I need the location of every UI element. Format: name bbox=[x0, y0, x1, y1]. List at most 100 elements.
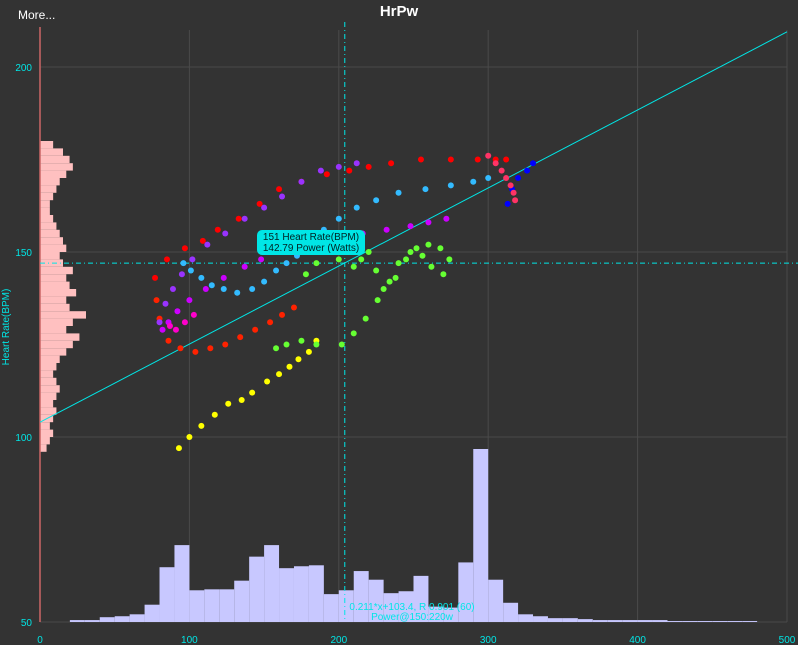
scatter-point bbox=[498, 167, 505, 174]
heart-rate-histogram-bar bbox=[40, 222, 57, 230]
scatter-point bbox=[267, 319, 274, 326]
heart-rate-histogram-bar bbox=[40, 170, 67, 178]
scatter-point bbox=[298, 178, 305, 185]
scatter-point bbox=[392, 274, 399, 281]
scatter-point bbox=[365, 249, 372, 255]
heart-rate-histogram-bar bbox=[40, 311, 86, 319]
scatter-point bbox=[492, 160, 499, 167]
heart-rate-histogram-bar bbox=[40, 237, 63, 245]
scatter-point bbox=[470, 178, 477, 185]
heart-rate-histogram-bar bbox=[40, 155, 70, 164]
scatter-point bbox=[485, 175, 492, 181]
heart-rate-histogram-bar bbox=[40, 281, 70, 289]
power-histogram-bar bbox=[533, 616, 548, 622]
heart-rate-histogram-bar bbox=[40, 141, 54, 149]
scatter-point bbox=[437, 245, 444, 252]
scatter-point bbox=[276, 186, 283, 193]
scatter-point bbox=[510, 189, 517, 196]
scatter-point bbox=[286, 363, 293, 370]
scatter-point bbox=[187, 267, 194, 274]
heart-rate-histogram-bar bbox=[40, 400, 54, 408]
power-histogram-bar bbox=[518, 614, 534, 622]
heart-rate-histogram-bar bbox=[40, 266, 73, 275]
scatter-point bbox=[207, 345, 214, 352]
heart-rate-histogram-bar bbox=[40, 444, 47, 452]
power-histogram-bar bbox=[712, 621, 728, 622]
scatter-point bbox=[440, 271, 447, 278]
scatter-point bbox=[425, 219, 432, 226]
heart-rate-histogram-bar bbox=[40, 200, 50, 208]
scatter-point bbox=[166, 323, 173, 329]
y-tick-label: 50 bbox=[21, 618, 33, 629]
x-tick-label: 500 bbox=[779, 635, 796, 645]
scatter-point bbox=[335, 163, 342, 170]
power-histogram-bar bbox=[308, 565, 324, 622]
power-histogram-bar bbox=[458, 562, 474, 622]
power-histogram-bar bbox=[174, 545, 190, 622]
scatter-point bbox=[180, 260, 187, 267]
scatter-point bbox=[443, 215, 450, 222]
scatter-point bbox=[335, 256, 342, 263]
scatter-point bbox=[214, 226, 221, 233]
y-axis-ticks: 50 100 150 200 bbox=[15, 63, 32, 629]
power-histogram-bar bbox=[353, 571, 369, 622]
heart-rate-histogram-bar bbox=[40, 422, 50, 430]
scatter-point bbox=[283, 260, 290, 267]
heart-rate-histogram-bar bbox=[40, 318, 73, 326]
power-histogram-bar bbox=[249, 556, 265, 622]
heart-rate-histogram-bar bbox=[40, 192, 54, 201]
scatter-point bbox=[237, 334, 244, 341]
power-histogram-bar bbox=[697, 621, 713, 622]
y-tick-label: 200 bbox=[15, 63, 32, 74]
heart-rate-histogram-bar bbox=[40, 178, 60, 186]
point-tooltip: 151 Heart Rate(BPM) 142.79 Power (Watts) bbox=[257, 230, 365, 255]
power-histogram-bar bbox=[293, 566, 309, 622]
scatter-point bbox=[425, 241, 432, 248]
scatter-point bbox=[353, 160, 360, 167]
power-histogram-bar bbox=[592, 620, 608, 622]
scatter-point bbox=[172, 326, 179, 333]
heart-rate-histogram-bar bbox=[40, 303, 70, 312]
scatter-point bbox=[395, 260, 402, 267]
grid-lines bbox=[39, 30, 788, 623]
scatter-point bbox=[220, 274, 227, 281]
hrpw-chart: 0 100 200 300 400 500 50 100 150 200 Heart Rate(… bbox=[1, 22, 798, 645]
scatter-point bbox=[165, 337, 172, 344]
tooltip-power: 142.79 Power (Watts) bbox=[263, 243, 359, 254]
scatter-point bbox=[403, 256, 410, 263]
scatter-point bbox=[313, 341, 320, 348]
power-histogram-bar bbox=[129, 614, 145, 622]
power-histogram-bar bbox=[682, 621, 698, 622]
scatter-point bbox=[374, 297, 381, 304]
heart-rate-histogram-bar bbox=[40, 392, 57, 400]
scatter-point bbox=[152, 274, 159, 281]
power-histogram-bar bbox=[637, 620, 653, 622]
power-histogram-bar bbox=[159, 567, 175, 622]
scatter-point bbox=[507, 182, 514, 189]
x-axis-ticks: 0 100 200 300 400 500 bbox=[37, 635, 796, 645]
power-histogram-bar bbox=[144, 604, 160, 622]
scatter-point bbox=[317, 167, 324, 174]
scatter-point bbox=[261, 204, 268, 211]
power-histogram-bar bbox=[667, 621, 683, 622]
x-tick-label: 300 bbox=[480, 635, 497, 645]
power-histogram-bar bbox=[562, 618, 578, 622]
power-histogram-bar bbox=[727, 621, 743, 622]
x-tick-label: 100 bbox=[181, 635, 198, 645]
power-histogram-bar bbox=[473, 449, 489, 622]
power-histogram-bar bbox=[234, 580, 250, 622]
power-at-150-label: Power@150:220w bbox=[371, 612, 454, 623]
scatter-point bbox=[264, 378, 271, 385]
scatter-point bbox=[302, 271, 309, 278]
heart-rate-histogram-bar bbox=[40, 215, 54, 223]
scatter-point bbox=[512, 197, 519, 204]
power-histogram-bar bbox=[114, 616, 130, 622]
scatter-point bbox=[249, 389, 256, 396]
scatter-point bbox=[222, 230, 229, 237]
scatter-point bbox=[181, 245, 188, 252]
scatter-point bbox=[413, 245, 420, 252]
scatter-point bbox=[208, 282, 215, 289]
y-tick-label: 150 bbox=[15, 248, 32, 259]
scatter-point bbox=[524, 167, 531, 174]
scatter-point bbox=[346, 167, 353, 174]
